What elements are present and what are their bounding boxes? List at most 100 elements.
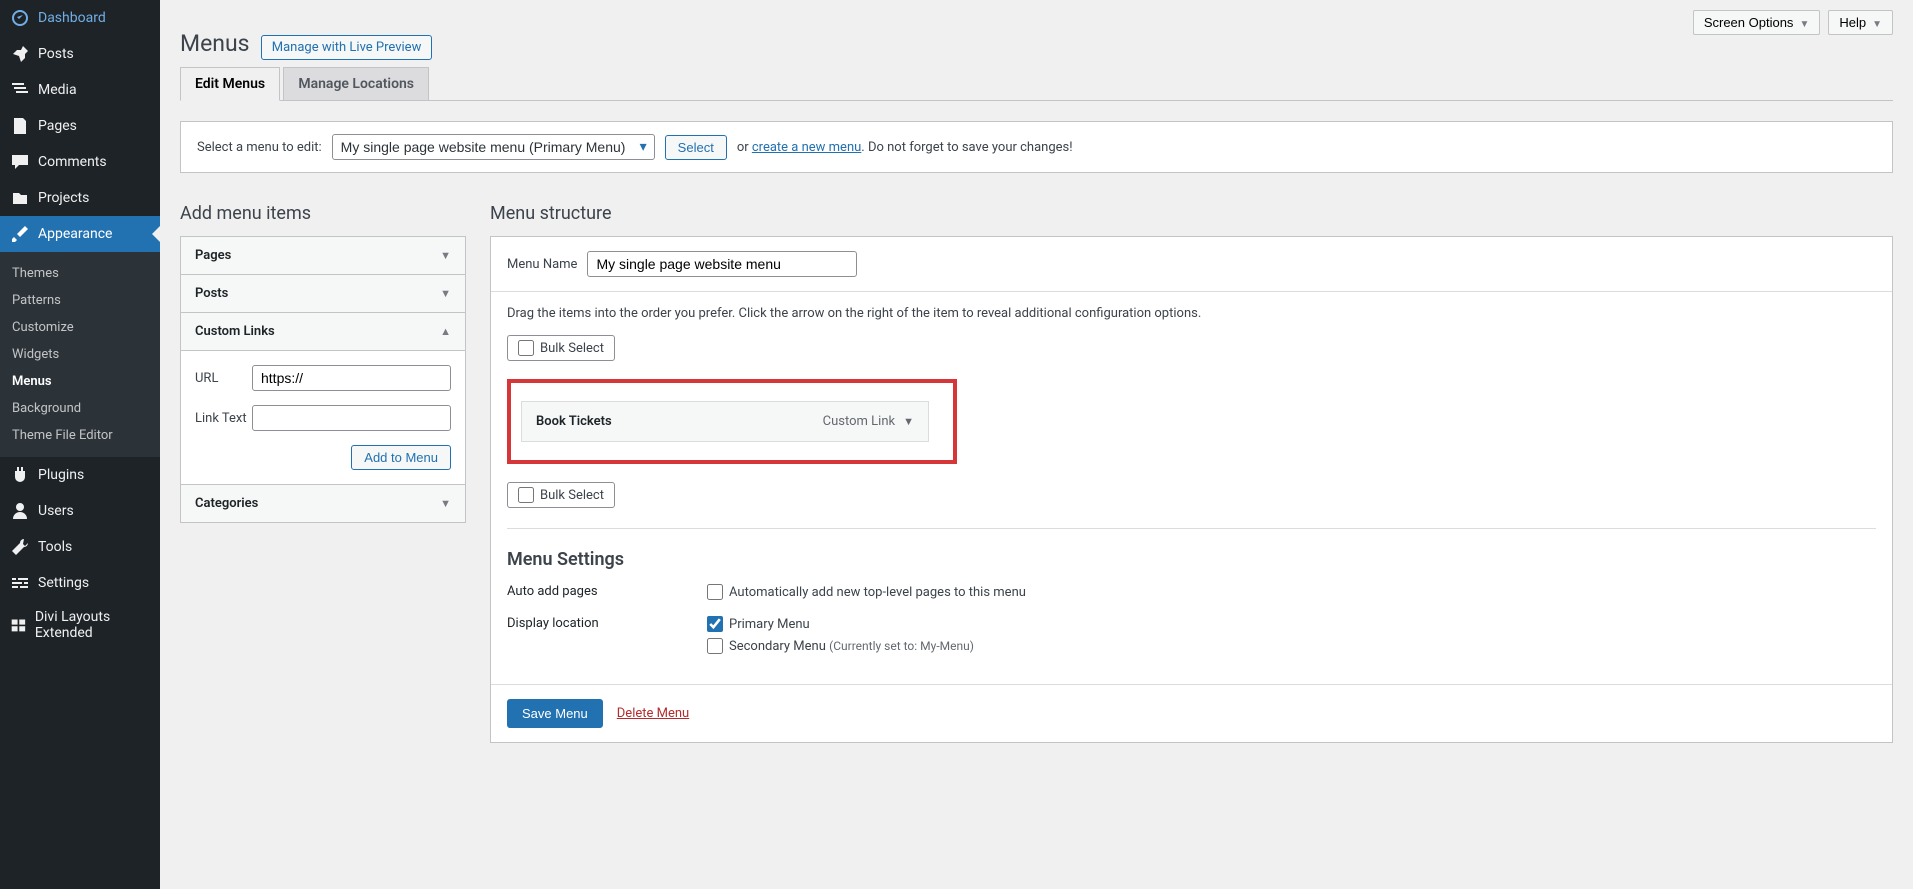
create-new-menu-link[interactable]: create a new menu: [752, 140, 861, 155]
add-menu-items-heading: Add menu items: [180, 203, 466, 224]
submenu-theme-file-editor[interactable]: Theme File Editor: [0, 422, 160, 449]
sidebar-item-divi-layouts[interactable]: Divi Layouts Extended: [0, 601, 160, 649]
bulk-select-bottom[interactable]: Bulk Select: [507, 482, 615, 508]
secondary-menu-checkbox-label[interactable]: Secondary Menu (Currently set to: My-Men…: [707, 638, 974, 654]
submenu-menus[interactable]: Menus: [0, 368, 160, 395]
secondary-menu-checkbox[interactable]: [707, 638, 723, 654]
chevron-down-icon: ▼: [1799, 19, 1809, 30]
help-button[interactable]: Help▼: [1828, 10, 1893, 35]
manage-live-preview-button[interactable]: Manage with Live Preview: [261, 35, 433, 60]
brush-icon: [10, 224, 30, 244]
menu-frame: Menu Name Drag the items into the order …: [490, 236, 1893, 743]
sidebar-item-settings[interactable]: Settings: [0, 565, 160, 601]
chevron-down-icon[interactable]: ▼: [903, 415, 914, 428]
layout-icon: [10, 615, 27, 635]
sidebar-item-tools[interactable]: Tools: [0, 529, 160, 565]
menu-settings-heading: Menu Settings: [507, 549, 1876, 570]
submenu-themes[interactable]: Themes: [0, 260, 160, 287]
select-button[interactable]: Select: [665, 135, 727, 160]
manage-menus-bar: Select a menu to edit: My single page we…: [180, 121, 1893, 173]
select-menu-label: Select a menu to edit:: [197, 140, 322, 155]
url-label: URL: [195, 371, 252, 386]
nav-tabs: Edit Menus Manage Locations: [180, 67, 1893, 101]
sidebar-item-dashboard[interactable]: Dashboard: [0, 0, 160, 36]
url-input[interactable]: [252, 365, 451, 391]
sidebar-label: Tools: [38, 539, 72, 555]
sidebar-item-projects[interactable]: Projects: [0, 180, 160, 216]
auto-add-checkbox[interactable]: [707, 584, 723, 600]
display-location-label: Display location: [507, 616, 707, 660]
sidebar-label: Posts: [38, 46, 74, 62]
accordion-posts[interactable]: Posts ▼: [181, 275, 465, 313]
or-create-text: or create a new menu. Do not forget to s…: [737, 140, 1073, 155]
bulk-select-checkbox[interactable]: [518, 340, 534, 356]
main-content: Screen Options▼ Help▼ Menus Manage with …: [160, 0, 1913, 889]
auto-add-pages-label: Auto add pages: [507, 584, 707, 606]
delete-menu-link[interactable]: Delete Menu: [617, 706, 689, 721]
submenu-patterns[interactable]: Patterns: [0, 287, 160, 314]
menu-name-label: Menu Name: [507, 257, 577, 272]
top-right-controls: Screen Options▼ Help▼: [1693, 10, 1893, 35]
media-icon: [10, 80, 30, 100]
menu-name-input[interactable]: [587, 251, 857, 277]
primary-menu-checkbox[interactable]: [707, 616, 723, 632]
page-icon: [10, 116, 30, 136]
tab-edit-menus[interactable]: Edit Menus: [180, 67, 280, 101]
submenu-background[interactable]: Background: [0, 395, 160, 422]
menu-item-type: Custom Link ▼: [823, 414, 914, 429]
comment-icon: [10, 152, 30, 172]
menu-item-title: Book Tickets: [536, 414, 612, 429]
accordion: Pages ▼ Posts ▼ Custom Links ▲ URL: [180, 236, 466, 523]
submenu-widgets[interactable]: Widgets: [0, 341, 160, 368]
accordion-custom-links[interactable]: Custom Links ▲: [181, 313, 465, 351]
sidebar-label: Settings: [38, 575, 89, 591]
sidebar-label: Pages: [38, 118, 77, 134]
chevron-down-icon: ▼: [440, 497, 451, 510]
highlight-annotation: Book Tickets Custom Link ▼: [507, 379, 957, 464]
bulk-select-checkbox[interactable]: [518, 487, 534, 503]
sliders-icon: [10, 573, 30, 593]
page-title: Menus: [180, 0, 250, 67]
save-menu-button[interactable]: Save Menu: [507, 699, 603, 728]
sidebar-item-comments[interactable]: Comments: [0, 144, 160, 180]
sidebar-label: Plugins: [38, 467, 84, 483]
chevron-down-icon: ▼: [1872, 19, 1882, 30]
accordion-pages[interactable]: Pages ▼: [181, 237, 465, 275]
sidebar-label: Appearance: [38, 226, 112, 242]
user-icon: [10, 501, 30, 521]
sidebar-label: Projects: [38, 190, 89, 206]
sidebar-item-users[interactable]: Users: [0, 493, 160, 529]
auto-add-checkbox-label[interactable]: Automatically add new top-level pages to…: [707, 584, 1026, 600]
link-text-input[interactable]: [252, 405, 451, 431]
submenu-customize[interactable]: Customize: [0, 314, 160, 341]
divider: [507, 528, 1876, 529]
sidebar-item-media[interactable]: Media: [0, 72, 160, 108]
sidebar-item-appearance[interactable]: Appearance: [0, 216, 160, 252]
sidebar-item-posts[interactable]: Posts: [0, 36, 160, 72]
dashboard-icon: [10, 8, 30, 28]
tab-manage-locations[interactable]: Manage Locations: [283, 67, 429, 101]
sidebar-label: Users: [38, 503, 74, 519]
accordion-categories[interactable]: Categories ▼: [181, 485, 465, 522]
sidebar-label: Dashboard: [38, 10, 106, 26]
sidebar-item-pages[interactable]: Pages: [0, 108, 160, 144]
link-text-label: Link Text: [195, 411, 252, 426]
sidebar-label: Comments: [38, 154, 107, 170]
primary-menu-checkbox-label[interactable]: Primary Menu: [707, 616, 974, 632]
instructions-text: Drag the items into the order you prefer…: [507, 306, 1876, 321]
wrench-icon: [10, 537, 30, 557]
menu-select[interactable]: My single page website menu (Primary Men…: [332, 134, 655, 160]
sidebar-label: Media: [38, 82, 77, 98]
admin-sidebar: Dashboard Posts Media Pages Comments Pro…: [0, 0, 160, 889]
menu-item-book-tickets[interactable]: Book Tickets Custom Link ▼: [521, 401, 929, 442]
appearance-submenu: Themes Patterns Customize Widgets Menus …: [0, 252, 160, 457]
menu-structure-heading: Menu structure: [490, 203, 1893, 224]
screen-options-button[interactable]: Screen Options▼: [1693, 10, 1821, 35]
menu-structure-column: Menu structure Menu Name Drag the items …: [490, 203, 1893, 743]
add-to-menu-button[interactable]: Add to Menu: [351, 445, 451, 470]
bulk-select-top[interactable]: Bulk Select: [507, 335, 615, 361]
sidebar-item-plugins[interactable]: Plugins: [0, 457, 160, 493]
custom-links-panel: URL Link Text Add to Menu: [181, 351, 465, 485]
plug-icon: [10, 465, 30, 485]
sidebar-label: Divi Layouts Extended: [35, 609, 150, 641]
